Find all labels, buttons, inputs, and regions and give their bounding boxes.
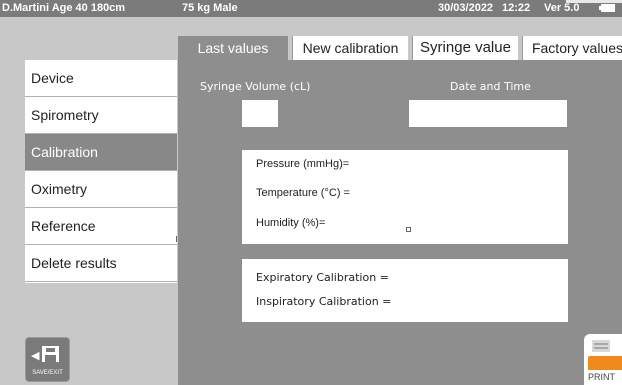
current-time: 12:22 (502, 2, 531, 14)
sidebar-menu: Device Spirometry Calibration Oximetry R… (25, 60, 177, 283)
battery-icon (599, 4, 615, 12)
checkbox-marker (406, 227, 411, 232)
sidebar-item-delete-results[interactable]: Delete results (25, 245, 177, 282)
top-corner-strip (566, 0, 622, 3)
status-bar: D.Martini Age 40 180cm 75 kg Male 30/03/… (0, 0, 622, 17)
print-button[interactable]: PRINT (584, 334, 622, 385)
date-time-label: Date and Time (450, 80, 531, 93)
tab-bar: Last values New calibration Syringe valu… (178, 36, 622, 60)
printer-paper-icon (592, 340, 610, 352)
current-date: 30/03/2022 (438, 2, 494, 14)
date-time-field[interactable] (409, 100, 567, 127)
inspiratory-calibration-label: Inspiratory Calibration = (256, 295, 392, 308)
pressure-label: Pressure (mmHg)= (256, 158, 350, 170)
save-exit-button[interactable]: ◀ SAVE/EXIT (25, 337, 70, 382)
tab-last-values[interactable]: Last values (178, 36, 288, 60)
temperature-label: Temperature (°C) = (256, 187, 350, 199)
save-disk-icon (42, 346, 59, 362)
syringe-volume-field[interactable] (242, 100, 278, 127)
sidebar-item-calibration[interactable]: Calibration (25, 134, 177, 171)
conditions-panel: Pressure (mmHg)= Temperature (°C) = Humi… (242, 150, 568, 244)
calibration-results-panel: Expiratory Calibration = Inspiratory Cal… (242, 259, 568, 322)
syringe-volume-label: Syringe Volume (cL) (200, 80, 311, 93)
divider-tick (176, 236, 177, 242)
software-version: Ver 5.0 (544, 2, 580, 14)
print-label: PRINT (588, 372, 615, 382)
save-exit-label: SAVE/EXIT (32, 370, 63, 376)
expiratory-calibration-label: Expiratory Calibration = (256, 271, 389, 284)
patient-weight-sex: 75 kg Male (182, 2, 238, 14)
sidebar-item-spirometry[interactable]: Spirometry (25, 97, 177, 134)
tab-factory-values[interactable]: Factory values (522, 36, 622, 60)
tab-new-calibration[interactable]: New calibration (292, 36, 408, 60)
tab-syringe-value[interactable]: Syringe value (412, 36, 518, 60)
sidebar-item-reference[interactable]: Reference (25, 208, 177, 245)
sidebar-item-oximetry[interactable]: Oximetry (25, 171, 177, 208)
sidebar-item-device[interactable]: Device (25, 60, 177, 97)
humidity-label: Humidity (%)= (256, 217, 326, 229)
patient-info: D.Martini Age 40 180cm (2, 2, 126, 14)
printer-body-icon (588, 356, 622, 370)
back-arrow-icon: ◀ (31, 350, 40, 362)
